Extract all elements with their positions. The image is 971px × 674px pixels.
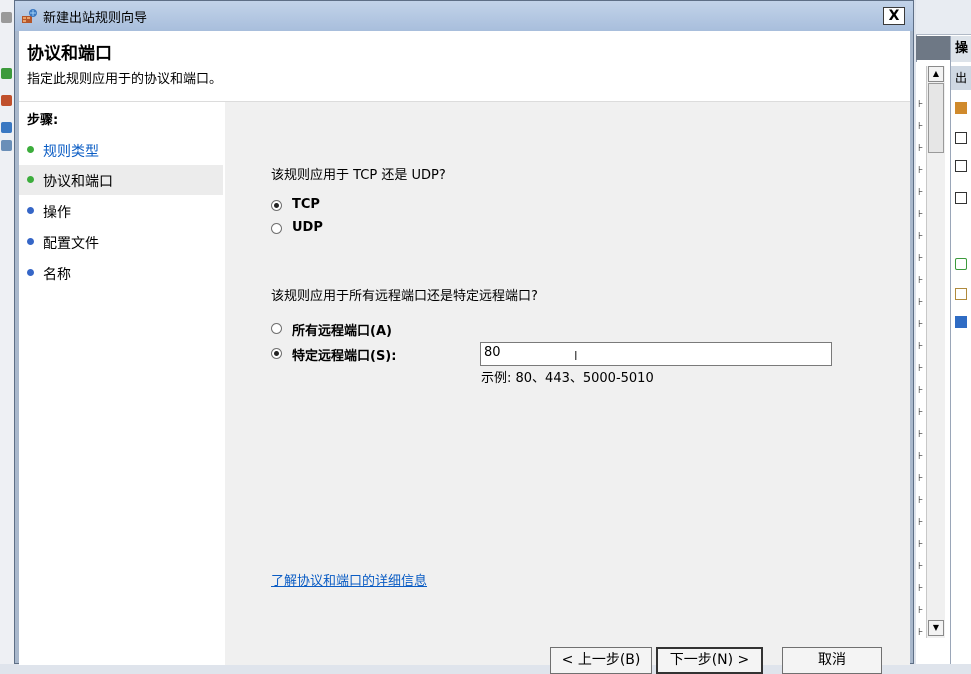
tree-icon xyxy=(1,95,12,106)
step-action: 操作 xyxy=(19,196,223,226)
next-button[interactable]: 下一步(N) > xyxy=(656,647,763,674)
new-outbound-rule-wizard: 新建出站规则向导 X 协议和端口 指定此规则应用于的协议和端口。 步骤: 规则类… xyxy=(14,0,914,674)
learn-more-link[interactable]: 了解协议和端口的详细信息 xyxy=(271,570,427,589)
step-label: 名称 xyxy=(43,267,71,283)
scroll-down-icon[interactable]: ▼ xyxy=(928,620,944,636)
step-label: 配置文件 xyxy=(43,236,99,252)
step-profile: 配置文件 xyxy=(19,227,223,257)
radio-label: TCP xyxy=(292,197,320,212)
scroll-up-icon[interactable]: ▲ xyxy=(928,66,944,82)
filter-icon[interactable] xyxy=(955,160,967,172)
step-name: 名称 xyxy=(19,258,223,288)
step-status-icon xyxy=(27,269,34,276)
new-rule-icon[interactable] xyxy=(955,102,967,114)
step-label: 协议和端口 xyxy=(43,174,113,190)
step-status-icon xyxy=(27,238,34,245)
actions-subheader: 出 xyxy=(951,66,971,90)
ports-question: 该规则应用于所有远程端口还是特定远程端口? xyxy=(271,289,538,304)
background-app-toolbar xyxy=(916,0,971,35)
background-scrollbar[interactable]: ▲ ▼ xyxy=(926,66,945,638)
step-status-icon xyxy=(27,146,34,153)
radio-label: 所有远程端口(A) xyxy=(292,324,392,339)
text-cursor-icon: I xyxy=(574,349,578,363)
tree-icon xyxy=(1,68,12,79)
udp-radio[interactable] xyxy=(271,223,282,234)
close-button[interactable]: X xyxy=(883,7,905,25)
all-remote-ports-radio[interactable] xyxy=(271,323,282,334)
title-bar[interactable]: 新建出站规则向导 X xyxy=(15,1,913,31)
window-title: 新建出站规则向导 xyxy=(43,11,148,26)
step-status-icon xyxy=(27,176,34,183)
step-rule-type[interactable]: 规则类型 xyxy=(19,135,223,165)
tree-icon xyxy=(1,12,12,23)
radio-label: UDP xyxy=(292,220,323,235)
back-button[interactable]: < 上一步(B) xyxy=(550,647,652,674)
refresh-icon[interactable] xyxy=(955,258,967,270)
step-protocol-and-ports[interactable]: 协议和端口 xyxy=(19,165,223,195)
step-label: 规则类型 xyxy=(43,144,99,160)
wizard-content: 该规则应用于 TCP 还是 UDP? TCP UDP 该规则应用于所有远程端口还… xyxy=(225,102,910,674)
tree-icon xyxy=(1,122,12,133)
page-header: 协议和端口 指定此规则应用于的协议和端口。 xyxy=(19,31,910,102)
page-description: 指定此规则应用于的协议和端口。 xyxy=(27,72,223,87)
remote-ports-input[interactable]: 80 xyxy=(480,342,832,366)
steps-panel: 步骤: 规则类型 协议和端口 操作 配置文件 名称 xyxy=(19,102,225,665)
protocol-question: 该规则应用于 TCP 还是 UDP? xyxy=(271,168,446,183)
dialog-body: 协议和端口 指定此规则应用于的协议和端口。 步骤: 规则类型 协议和端口 操作 … xyxy=(19,31,910,674)
actions-header: 操 xyxy=(951,36,971,62)
radio-label: 特定远程端口(S): xyxy=(292,349,397,364)
background-actions-pane: 操 出 xyxy=(950,36,971,664)
background-app-tree xyxy=(0,0,15,664)
specific-remote-ports-radio[interactable] xyxy=(271,348,282,359)
filter-icon[interactable] xyxy=(955,192,967,204)
export-icon[interactable] xyxy=(955,288,967,300)
cancel-button[interactable]: 取消 xyxy=(782,647,882,674)
help-icon[interactable] xyxy=(955,316,967,328)
tcp-radio[interactable] xyxy=(271,200,282,211)
step-label: 操作 xyxy=(43,205,71,221)
step-status-icon xyxy=(27,207,34,214)
wizard-icon xyxy=(22,9,37,23)
scroll-thumb[interactable] xyxy=(928,83,944,153)
tree-icon xyxy=(1,140,12,151)
steps-title: 步骤: xyxy=(27,113,59,128)
filter-icon[interactable] xyxy=(955,132,967,144)
page-title: 协议和端口 xyxy=(27,44,112,64)
ports-example: 示例: 80、443、5000-5010 xyxy=(481,371,654,386)
